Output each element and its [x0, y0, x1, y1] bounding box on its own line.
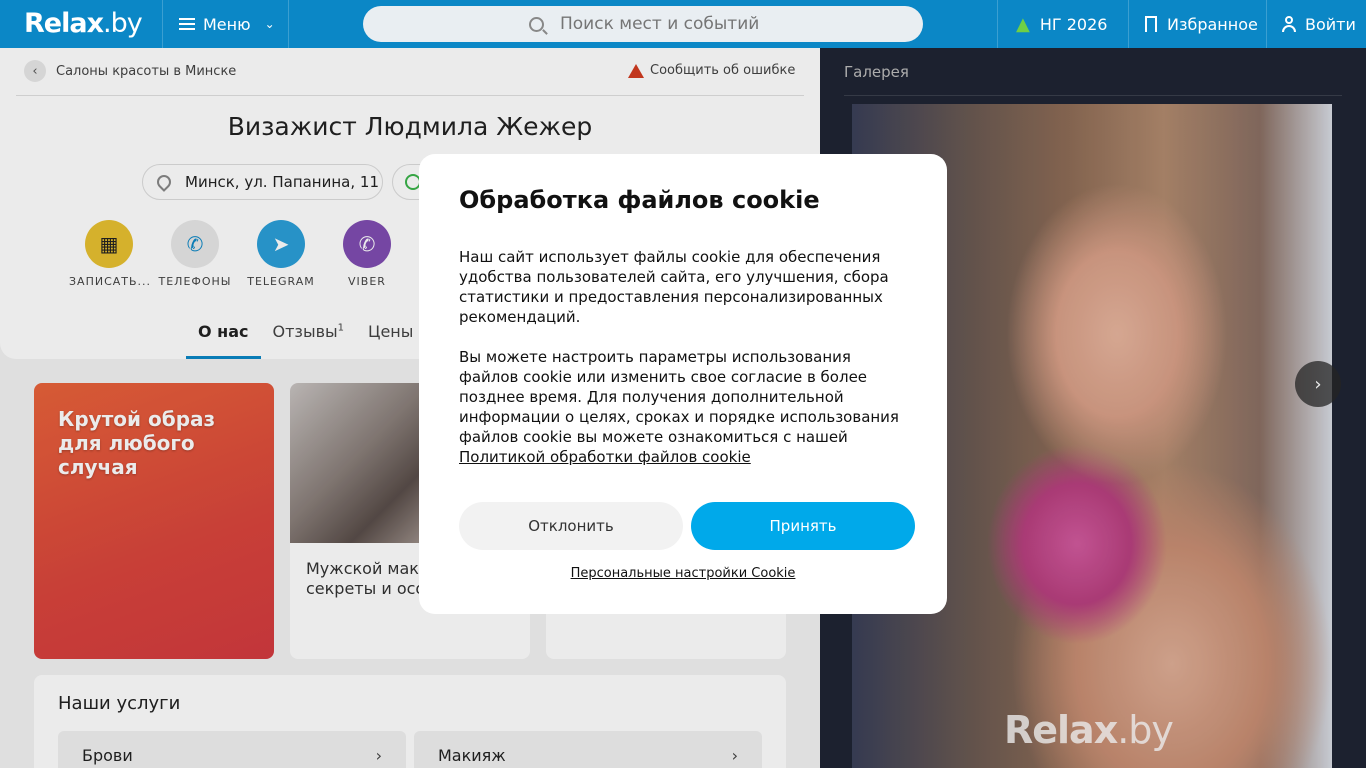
- login-link[interactable]: Войти: [1266, 0, 1366, 48]
- login-label: Войти: [1305, 14, 1356, 34]
- cookie-modal: Обработка файлов cookie Наш сайт использ…: [419, 154, 947, 614]
- cookie-settings-link[interactable]: Персональные настройки Cookie: [419, 566, 947, 581]
- cookie-modal-title: Обработка файлов cookie: [459, 186, 820, 214]
- cookie-policy-link[interactable]: Политикой обработки файлов cookie: [459, 448, 751, 466]
- ng-label: НГ 2026: [1039, 14, 1108, 34]
- search-icon: [529, 16, 544, 32]
- christmas-tree-icon: ▲: [1016, 13, 1030, 35]
- search-input[interactable]: [560, 14, 860, 34]
- bookmark-icon: [1145, 16, 1157, 32]
- menu-icon: [179, 18, 195, 30]
- favorites-label: Избранное: [1167, 14, 1258, 34]
- chevron-down-icon: ⌄: [264, 17, 275, 31]
- decline-button[interactable]: Отклонить: [459, 502, 683, 550]
- top-header: Relax.by Меню ⌄ ▲ НГ 2026 Избранное Войт…: [0, 0, 1366, 48]
- cookie-paragraph-2: Вы можете настроить параметры использова…: [459, 348, 899, 466]
- favorites-link[interactable]: Избранное: [1128, 0, 1266, 48]
- menu-button[interactable]: Меню ⌄: [162, 0, 289, 48]
- ng-2026-link[interactable]: ▲ НГ 2026: [997, 0, 1128, 48]
- search-bar[interactable]: [363, 6, 923, 42]
- cookie-paragraph-1: Наш сайт использует файлы cookie для обе…: [459, 248, 889, 326]
- user-icon: [1281, 16, 1297, 32]
- relax-logo[interactable]: Relax.by: [24, 8, 143, 39]
- accept-button[interactable]: Принять: [691, 502, 915, 550]
- cookie-buttons: Отклонить Принять: [459, 502, 915, 550]
- menu-label: Меню: [203, 14, 251, 34]
